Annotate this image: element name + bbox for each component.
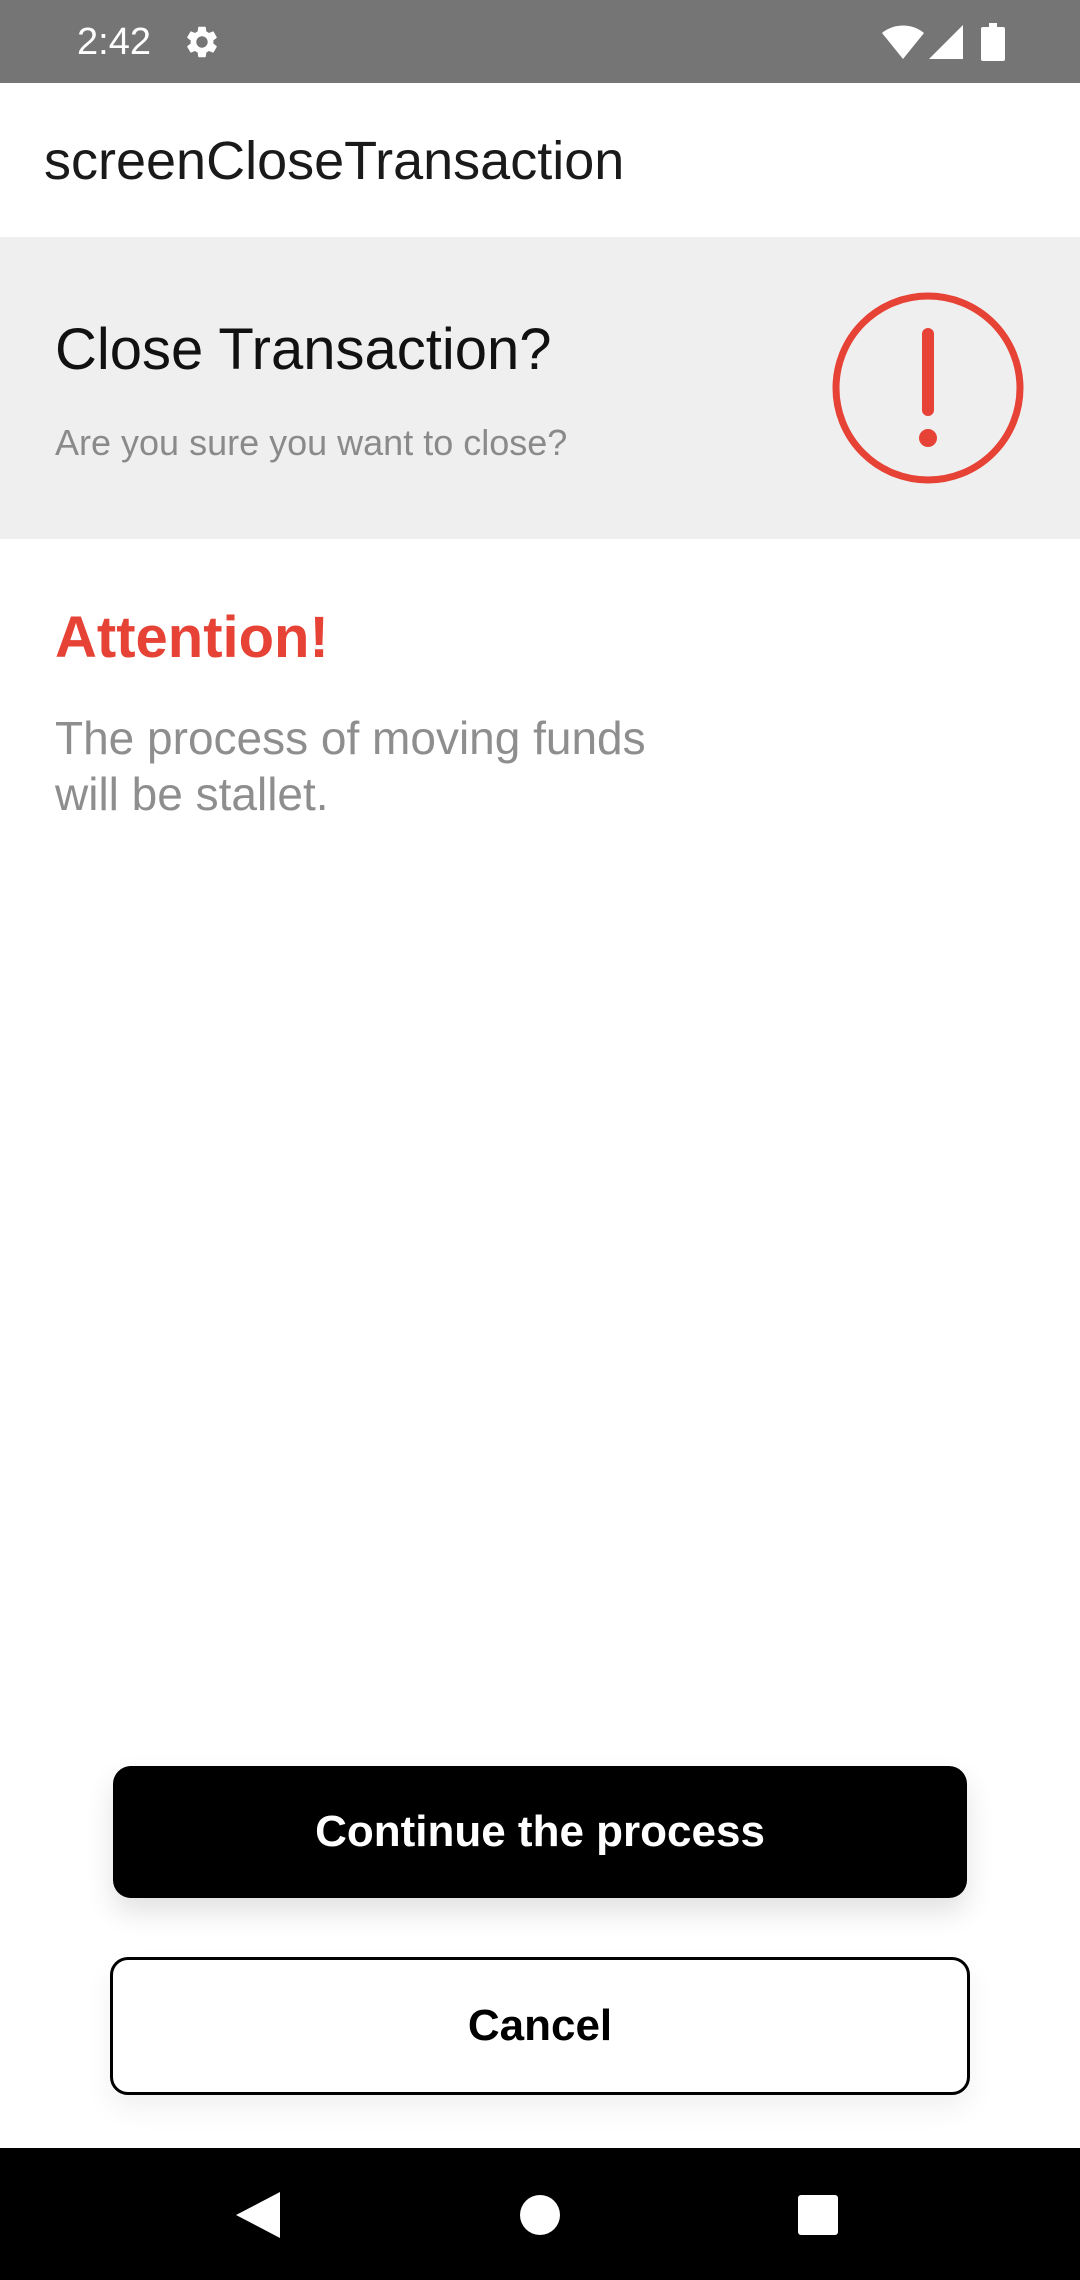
- recents-icon[interactable]: [797, 2194, 839, 2236]
- continue-button[interactable]: Continue the process: [113, 1766, 967, 1898]
- cancel-button[interactable]: Cancel: [110, 1957, 970, 2095]
- home-icon[interactable]: [519, 2194, 561, 2236]
- continue-button-label: Continue the process: [315, 1807, 765, 1856]
- cell-signal-icon: [929, 25, 963, 59]
- back-icon[interactable]: [236, 2192, 280, 2238]
- gear-icon: [187, 26, 217, 58]
- app-bar: screenCloseTransaction: [0, 83, 1080, 237]
- status-bar: 2:42: [0, 0, 1080, 83]
- battery-icon: [981, 23, 1005, 61]
- navigation-bar: [0, 2148, 1080, 2280]
- app-bar-title: screenCloseTransaction: [44, 131, 625, 191]
- header-panel: Close Transaction? Are you sure you want…: [0, 237, 1080, 539]
- attention-body: The process of moving funds will be stal…: [55, 712, 646, 820]
- header-subtitle: Are you sure you want to close?: [55, 422, 568, 463]
- attention-title: Attention!: [55, 605, 329, 670]
- status-time: 2:42: [77, 21, 151, 63]
- alert-circle-icon: [832, 292, 1024, 484]
- wifi-icon: [882, 25, 924, 59]
- cancel-button-label: Cancel: [467, 2001, 613, 2050]
- header-title: Close Transaction?: [55, 317, 552, 382]
